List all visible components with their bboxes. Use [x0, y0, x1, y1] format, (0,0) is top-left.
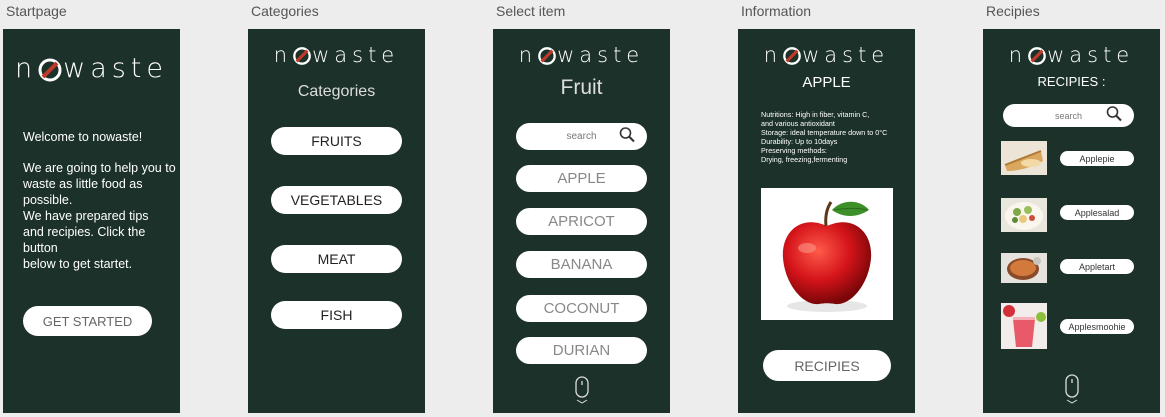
- recipe-applepie-button[interactable]: Applepie: [1060, 151, 1134, 166]
- intro-line: and recipies. Click the button: [23, 225, 146, 255]
- startpage-screen: n waste Welcome to nowaste! We are going …: [3, 29, 180, 413]
- applesmoothie-image[interactable]: [1001, 303, 1047, 349]
- appletart-image[interactable]: [1001, 253, 1047, 283]
- app-logo: n waste: [518, 43, 645, 67]
- category-fish-button[interactable]: FISH: [271, 301, 402, 329]
- no-sign-icon: [292, 46, 312, 66]
- page-title: APPLE: [802, 74, 851, 91]
- item-banana-button[interactable]: BANANA: [516, 251, 647, 278]
- category-fruits-button[interactable]: FRUITS: [271, 127, 402, 155]
- scroll-mouse-icon: [1064, 374, 1080, 409]
- info-line: and various antioxidant: [761, 119, 835, 128]
- search-input[interactable]: search: [1003, 104, 1134, 127]
- item-apple-button[interactable]: APPLE: [516, 165, 647, 192]
- search-icon[interactable]: [1106, 105, 1122, 126]
- app-logo: n waste: [14, 53, 169, 84]
- frame-label-recipies: Recipies: [986, 3, 1040, 19]
- no-sign-icon: [537, 46, 557, 66]
- information-screen: n waste APPLE Nutritions: High in fiber, …: [738, 29, 915, 413]
- get-started-button[interactable]: GET STARTED: [23, 306, 152, 336]
- search-icon[interactable]: [619, 126, 635, 147]
- recipe-applesmoothie-button[interactable]: Applesmoohie: [1060, 319, 1134, 334]
- no-sign-icon: [782, 46, 802, 66]
- recipies-screen: n waste RECIPIES : search Applepie Apples…: [983, 29, 1160, 413]
- welcome-text: Welcome to nowaste!: [23, 130, 143, 144]
- frame-label-startpage: Startpage: [6, 3, 67, 19]
- recipe-applesalad-button[interactable]: Applesalad: [1060, 205, 1134, 220]
- no-sign-icon: [1027, 46, 1047, 66]
- info-line: Drying, freezing,fermenting: [761, 155, 848, 164]
- item-apricot-button[interactable]: APRICOT: [516, 208, 647, 235]
- intro-line: We are going to help you to: [23, 161, 176, 175]
- info-line: Storage: ideal temperature down to 0°C: [761, 128, 888, 137]
- select-item-screen: n waste Fruit search APPLE APRICOT BANANA…: [493, 29, 670, 413]
- category-vegetables-button[interactable]: VEGETABLES: [271, 186, 402, 214]
- category-meat-button[interactable]: MEAT: [271, 245, 402, 273]
- item-coconut-button[interactable]: COCONUT: [516, 295, 647, 322]
- frame-label-select-item: Select item: [496, 3, 566, 19]
- intro-line: waste as little food as: [23, 177, 143, 191]
- frame-label-information: Information: [741, 3, 812, 19]
- intro-line: We have prepared tips: [23, 209, 149, 223]
- recipies-button[interactable]: RECIPIES: [763, 350, 891, 381]
- info-line: Nutritions: High in fiber, vitamin C,: [761, 110, 870, 119]
- page-title: Categories: [297, 83, 376, 100]
- page-title: Fruit: [560, 76, 603, 99]
- no-sign-icon: [37, 57, 63, 83]
- applesalad-image[interactable]: [1001, 198, 1047, 232]
- scroll-mouse-icon: [574, 376, 590, 409]
- app-logo: n waste: [763, 43, 890, 67]
- search-input[interactable]: search: [516, 123, 647, 150]
- page-title: RECIPIES :: [1037, 74, 1106, 89]
- intro-line: below to get startet.: [23, 257, 133, 271]
- frame-label-categories: Categories: [251, 3, 319, 19]
- item-durian-button[interactable]: DURIAN: [516, 337, 647, 364]
- recipe-appletart-button[interactable]: Appletart: [1060, 259, 1134, 274]
- info-line: Preserving methods:: [761, 146, 827, 155]
- app-logo: n waste: [273, 43, 400, 67]
- applepie-image[interactable]: [1001, 141, 1047, 175]
- apple-image: [761, 188, 893, 320]
- intro-line: possible.: [23, 193, 73, 207]
- app-logo: n waste: [1008, 43, 1135, 67]
- info-line: Durability: Up to 10days: [761, 137, 838, 146]
- categories-screen: n waste Categories FRUITS VEGETABLES MEAT…: [248, 29, 425, 413]
